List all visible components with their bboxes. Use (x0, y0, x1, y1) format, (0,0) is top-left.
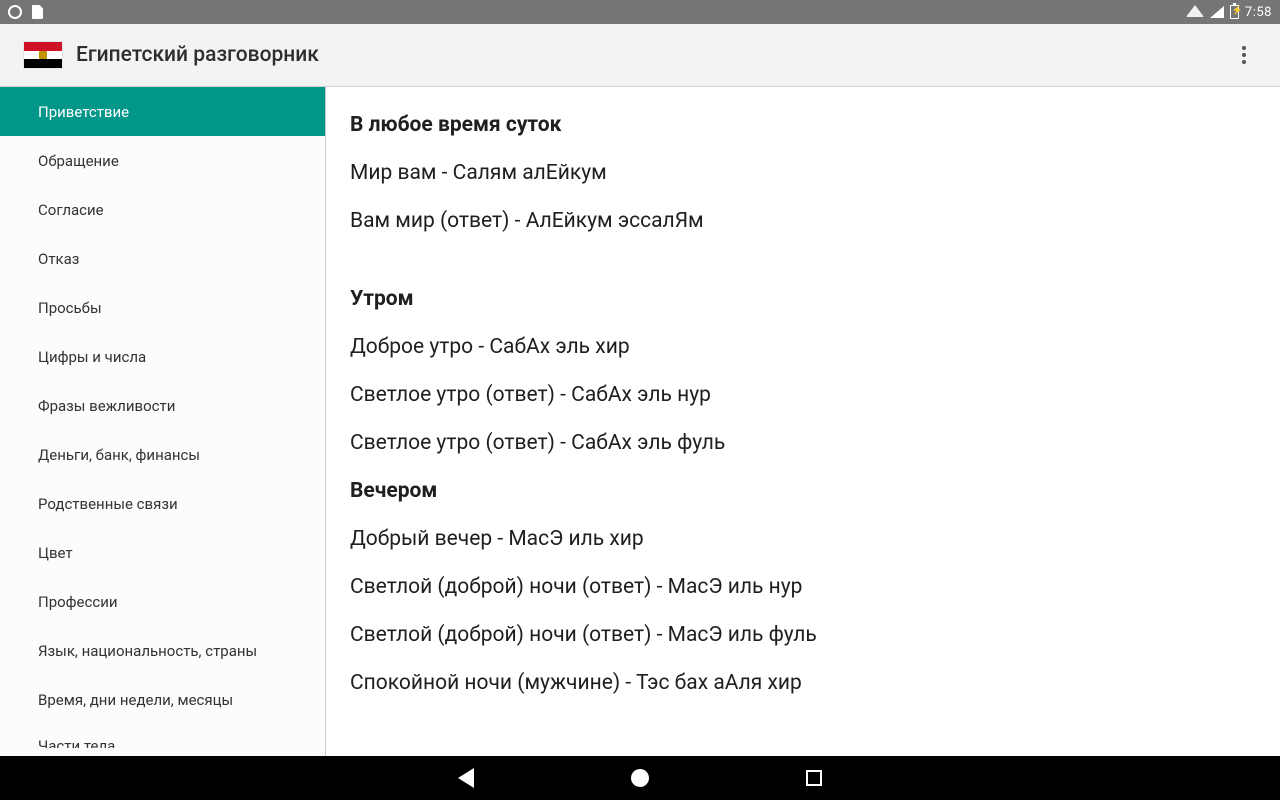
wifi-icon (1186, 5, 1204, 19)
category-sidebar[interactable]: Приветствие Обращение Согласие Отказ Просьбы… (0, 87, 326, 756)
phrase-line: Спокойной ночи (мужчине) - Тэс бах аАля … (350, 671, 1256, 695)
sidebar-item[interactable]: Просьбы (14, 283, 325, 332)
sidebar-item[interactable]: Деньги, банк, финансы (14, 430, 325, 479)
overflow-menu-button[interactable] (1224, 35, 1264, 75)
phrase-line: Вам мир (ответ) - АлЕйкум эссалЯм (350, 209, 1256, 233)
nav-recent-button[interactable] (802, 766, 826, 790)
circle-status-icon (8, 5, 22, 19)
sidebar-item[interactable]: Цифры и числа (14, 332, 325, 381)
sidebar-item[interactable]: Приветствие (0, 87, 325, 136)
sidebar-item-label: Части тела (38, 737, 115, 748)
section-title: В любое время суток (350, 113, 1256, 137)
app-bar: Египетский разговорник (0, 24, 1280, 87)
sidebar-item[interactable]: Язык, национальность, страны (14, 626, 325, 675)
phrase-content[interactable]: В любое время суток Мир вам - Салям алЕйк… (326, 87, 1280, 756)
sidebar-item-label: Фразы вежливости (38, 397, 175, 415)
phrase-line: Доброе утро - СабАх эль хир (350, 335, 1256, 359)
nav-home-button[interactable] (628, 766, 652, 790)
section-title: Вечером (350, 479, 1256, 503)
recent-square-icon (806, 770, 822, 786)
sidebar-item-label: Профессии (38, 593, 118, 611)
sidebar-item-label: Просьбы (38, 299, 102, 317)
sidebar-item-label: Деньги, банк, финансы (38, 446, 200, 464)
spacer (350, 257, 1256, 287)
sidebar-item[interactable]: Обращение (14, 136, 325, 185)
phrase-line: Светлое утро (ответ) - СабАх эль фуль (350, 431, 1256, 455)
home-circle-icon (631, 769, 649, 787)
sidebar-item-label: Язык, национальность, страны (38, 642, 257, 660)
sidebar-item-label: Цвет (38, 544, 73, 562)
battery-charging-icon: ⚡ (1230, 5, 1239, 19)
egypt-flag-icon (24, 42, 62, 68)
more-vert-icon (1242, 46, 1246, 64)
sidebar-item-label: Согласие (38, 201, 104, 219)
status-bar: ⚡ 7:58 (0, 0, 1280, 24)
sidebar-item[interactable]: Согласие (14, 185, 325, 234)
sidebar-item-label: Цифры и числа (38, 348, 146, 366)
sidebar-item-label: Родственные связи (38, 495, 178, 513)
phrase-line: Светлой (доброй) ночи (ответ) - МасЭ иль… (350, 623, 1256, 647)
sidebar-item-label: Приветствие (38, 103, 129, 121)
sidebar-item[interactable]: Отказ (14, 234, 325, 283)
sidebar-item[interactable]: Профессии (14, 577, 325, 626)
status-clock: 7:58 (1245, 5, 1272, 20)
app-title: Египетский разговорник (76, 43, 319, 67)
nav-back-button[interactable] (454, 766, 478, 790)
phrase-line: Светлой (доброй) ночи (ответ) - МасЭ иль… (350, 575, 1256, 599)
sidebar-item-label: Отказ (38, 250, 79, 268)
sidebar-item[interactable]: Родственные связи (14, 479, 325, 528)
back-triangle-icon (458, 768, 474, 788)
sidebar-item[interactable]: Цвет (14, 528, 325, 577)
phrase-line: Светлое утро (ответ) - СабАх эль нур (350, 383, 1256, 407)
cell-signal-icon (1210, 6, 1224, 18)
sidebar-item-label: Время, дни недели, месяцы (38, 691, 233, 709)
phrase-line: Добрый вечер - МасЭ иль хир (350, 527, 1256, 551)
sidebar-item[interactable]: Время, дни недели, месяцы (14, 675, 325, 724)
section-title: Утром (350, 287, 1256, 311)
android-nav-bar (0, 756, 1280, 800)
sd-card-icon (32, 5, 43, 19)
sidebar-item[interactable]: Части тела (14, 724, 325, 748)
phrase-line: Мир вам - Салям алЕйкум (350, 161, 1256, 185)
sidebar-item-label: Обращение (38, 152, 119, 170)
sidebar-item[interactable]: Фразы вежливости (14, 381, 325, 430)
